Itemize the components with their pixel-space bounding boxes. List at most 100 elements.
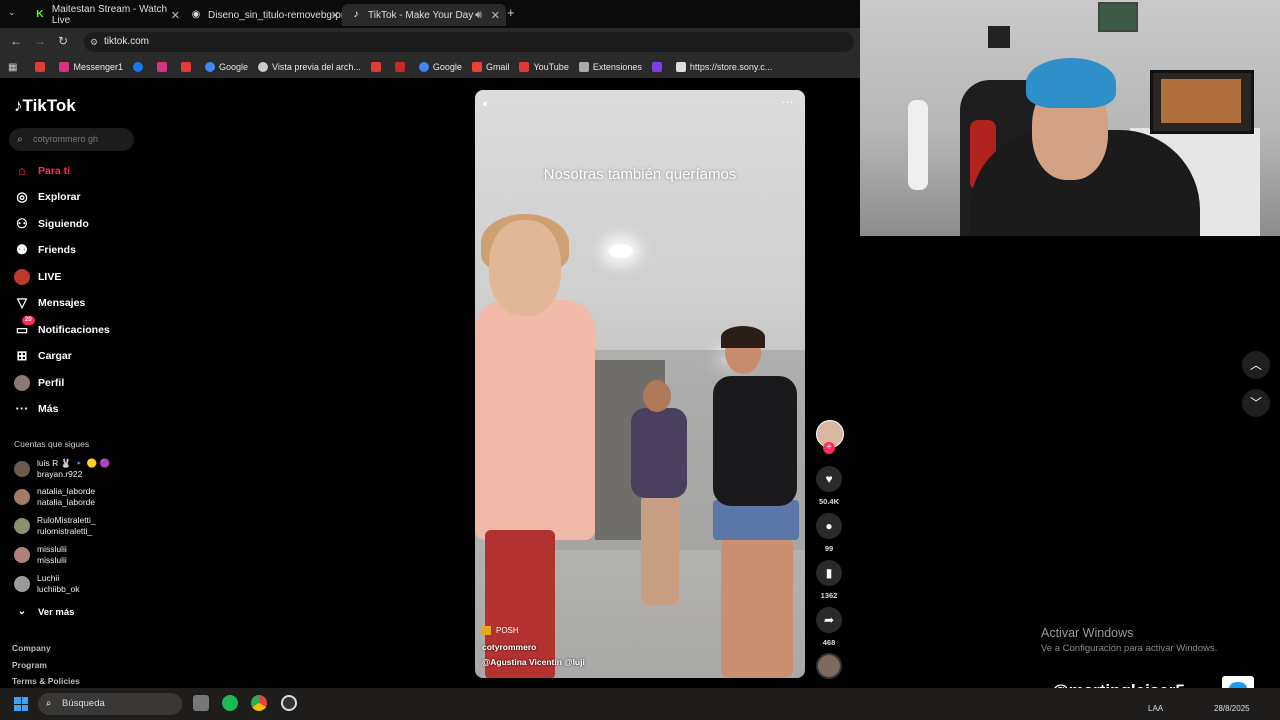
browser-tab-bar: ⌄ K Maitestan Stream - Watch Live ✕ ◉ Di…: [0, 0, 860, 28]
bookmark-red[interactable]: [394, 62, 409, 72]
search-icon: ⌕: [46, 698, 52, 709]
bookmark-sony[interactable]: https://store.sony.c...: [675, 62, 772, 72]
nav-perfil[interactable]: Perfil: [14, 375, 64, 391]
video-player[interactable]: 🔈︎ ··· Nosotras también queríamos POSH c…: [475, 90, 805, 678]
close-icon[interactable]: ✕: [491, 9, 500, 22]
avatar: [14, 461, 30, 477]
upload-icon: ⊞: [16, 348, 28, 363]
bookmark-extensiones[interactable]: Extensiones: [578, 62, 642, 72]
bookmark-youtube-3[interactable]: YouTube: [519, 62, 569, 72]
music-icon: [482, 626, 491, 635]
nav-mas[interactable]: ··· Más: [14, 401, 59, 417]
video-caption: Nosotras también queríamos: [543, 166, 737, 183]
nav-live[interactable]: LIVE: [14, 269, 61, 285]
new-tab-button[interactable]: +: [507, 5, 515, 20]
video-author[interactable]: cotyrommero: [482, 642, 536, 652]
music-disc[interactable]: [816, 653, 842, 679]
avatar: [14, 518, 30, 534]
previous-video-button[interactable]: ︿: [1242, 351, 1270, 379]
windows-start-icon[interactable]: [14, 697, 28, 711]
comment-count: 99: [824, 544, 834, 553]
apps-grid-icon[interactable]: ▦: [8, 62, 17, 73]
footer-program[interactable]: Program: [12, 660, 47, 670]
friends-icon: ⚉: [16, 242, 28, 257]
tiktok-icon: ♪: [353, 9, 359, 20]
forward-icon[interactable]: →: [34, 34, 46, 48]
nav-friends[interactable]: ⚉ Friends: [14, 242, 76, 258]
task-view-icon[interactable]: [193, 695, 209, 711]
bookmark-purple[interactable]: [651, 62, 666, 72]
bookmark-youtube-2[interactable]: [370, 62, 385, 72]
music-tag[interactable]: POSH: [482, 626, 519, 635]
back-icon[interactable]: ←: [10, 34, 22, 48]
chrome-icon[interactable]: [251, 695, 267, 711]
bookmark-instagram[interactable]: [156, 62, 171, 72]
follow-plus-icon[interactable]: +: [823, 442, 835, 454]
tab-title: TikTok - Make Your Day: [368, 9, 474, 21]
comment-button[interactable]: ● 99: [816, 513, 842, 553]
tab-maitestan[interactable]: K Maitestan Stream - Watch Live ✕: [26, 4, 186, 26]
more-options-icon[interactable]: ···: [781, 94, 794, 109]
like-count: 50.4K: [818, 497, 839, 506]
tab-list-chevron-icon[interactable]: ⌄: [8, 7, 16, 18]
reload-icon[interactable]: ↻: [58, 34, 68, 48]
url-field[interactable]: ⚙ tiktok.com: [84, 32, 854, 52]
compass-icon: ◎: [16, 189, 28, 204]
account-item[interactable]: misslulii misslulii: [14, 544, 67, 566]
bookmark-google-2[interactable]: Google: [418, 62, 462, 72]
close-icon[interactable]: ✕: [171, 9, 180, 22]
account-item[interactable]: natalia_laborde natalia_laborde: [14, 486, 95, 508]
site-info-icon[interactable]: ⚙: [90, 32, 98, 52]
mute-icon[interactable]: 🔈︎: [483, 98, 490, 111]
bookmarks-bar: ▦ Messenger1 Google Vista previa del arc…: [0, 56, 860, 78]
close-icon[interactable]: ✕: [331, 9, 340, 22]
bookmark-0[interactable]: [35, 62, 49, 72]
next-video-button[interactable]: ﹀: [1242, 389, 1270, 417]
app-icon[interactable]: [281, 695, 297, 711]
tiktok-logo[interactable]: ♪TikTok: [14, 96, 76, 116]
footer-terms[interactable]: Terms & Policies: [12, 676, 80, 686]
speaker-icon[interactable]: 🔊︎: [475, 9, 482, 22]
bookmark-youtube[interactable]: [180, 62, 195, 72]
like-button[interactable]: ♥ 50.4K: [816, 466, 842, 506]
google-icon: [204, 62, 215, 72]
bookmark-facebook[interactable]: [132, 62, 147, 72]
inbox-icon: ▭ 20: [14, 316, 35, 338]
share-icon: ➦: [816, 607, 842, 633]
tab-diseno[interactable]: ◉ Diseno_sin_titulo-removebg-pr ✕: [182, 4, 346, 26]
taskbar-search[interactable]: ⌕ Búsqueda: [38, 693, 182, 715]
see-more-button[interactable]: ⌄ Ver más: [14, 604, 75, 620]
youtube-icon: [180, 62, 191, 72]
bookmark-gmail[interactable]: Gmail: [471, 62, 509, 72]
avatar: [14, 547, 30, 563]
address-bar-row: ← → ↻ ⚙ tiktok.com: [0, 28, 860, 56]
video-mentions[interactable]: @Agustina Vicentin @luji: [482, 657, 585, 667]
nav-mensajes[interactable]: ▽ Mensajes: [14, 295, 85, 311]
nav-para-ti[interactable]: ⌂ Para ti: [14, 163, 70, 179]
search-input[interactable]: ⌕ cotyrommero gh: [9, 128, 134, 151]
nav-cargar[interactable]: ⊞ Cargar: [14, 348, 72, 364]
live-icon: [14, 269, 30, 285]
tab-tiktok[interactable]: ♪ TikTok - Make Your Day 🔊︎ ✕: [342, 4, 506, 26]
bookmark-messenger[interactable]: Messenger1: [59, 62, 123, 72]
account-item[interactable]: luis R 🐰 🔹 🟡 🟣 brayan.r922: [14, 458, 110, 480]
send-icon: ▽: [17, 295, 27, 310]
spotify-icon[interactable]: [222, 695, 238, 711]
nav-notificaciones[interactable]: ▭ 20 Notificaciones: [14, 316, 110, 338]
save-button[interactable]: ▮ 1362: [816, 560, 842, 600]
bookmark-google[interactable]: Google: [204, 62, 248, 72]
comment-icon: ●: [816, 513, 842, 539]
footer-company[interactable]: Company: [12, 643, 51, 653]
tiktok-sidebar: ♪TikTok ⌕ cotyrommero gh ⌂ Para ti ◎ Explo…: [0, 80, 150, 688]
account-item[interactable]: Luchii luchiibb_ok: [14, 573, 80, 595]
chevron-down-icon: ﹀: [1249, 396, 1262, 410]
share-button[interactable]: ➦ 468: [816, 607, 842, 647]
language-indicator[interactable]: LAA: [1148, 704, 1163, 713]
taskbar-date[interactable]: 28/8/2025: [1214, 704, 1250, 713]
nav-siguiendo[interactable]: ⚇ Siguiendo: [14, 216, 89, 232]
nav-explorar[interactable]: ◎ Explorar: [14, 189, 80, 205]
account-item[interactable]: RuloMistraletti_ rulomistraletti_: [14, 515, 96, 537]
following-icon: ⚇: [16, 216, 28, 231]
chevron-down-icon: ⌄: [17, 606, 27, 617]
bookmark-vista-previa[interactable]: Vista previa del arch...: [258, 62, 361, 72]
